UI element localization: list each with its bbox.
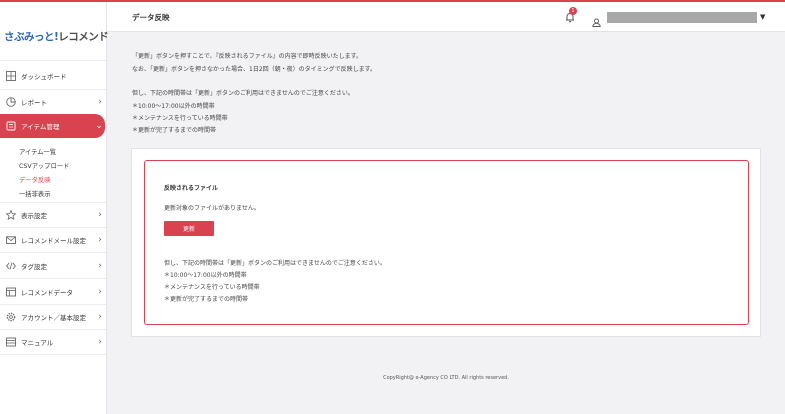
sidebar-item-dashboard[interactable]: ダッシュボード <box>0 64 106 88</box>
sub-item-item-list[interactable]: アイテム一覧 <box>19 147 56 156</box>
sidebar-item-manual[interactable]: マニュアル › <box>0 330 106 354</box>
logo-part-1: さぶみっと! <box>4 31 59 43</box>
panel-bullet-1: ＊10:00～17:00以外の時間帯 <box>164 272 247 279</box>
panel-bullet-3: ＊更新が完了するまでの時間帯 <box>164 296 249 303</box>
sidebar-item-label: ダッシュボード <box>21 73 67 81</box>
caret-down-icon[interactable]: ▼ <box>760 13 765 21</box>
intro-bullet-2: ＊メンテナンスを行っている時間帯 <box>132 115 228 122</box>
intro-line-3: 但し、下記の時間帯は「更新」ボタンのご利用はできませんのでご注意ください。 <box>132 90 354 97</box>
update-button[interactable]: 更新 <box>164 221 214 236</box>
gear-icon <box>6 312 16 322</box>
intro-line-2: なお、「更新」ボタンを押さなかった場合、1日2回（朝・夜）のタイミングで反映しま… <box>132 66 377 73</box>
intro-bullet-3: ＊更新が完了するまでの時間帯 <box>132 127 217 134</box>
user-account-name-redacted[interactable] <box>607 12 757 23</box>
sidebar-item-tag-settings[interactable]: タグ設定 › <box>0 254 106 278</box>
intro-bullet-1: ＊10:00～17:00以外の時間帯 <box>132 103 215 110</box>
sub-item-csv-upload[interactable]: CSVアップロード <box>19 161 69 170</box>
sidebar-item-item-management[interactable]: アイテム管理 ⌄ <box>0 114 105 138</box>
pie-chart-icon <box>6 97 16 107</box>
sub-item-data-reflect[interactable]: データ反映 <box>19 175 50 184</box>
nav-divider <box>0 278 106 279</box>
book-icon <box>6 337 16 347</box>
sidebar-item-label: マニュアル <box>21 339 54 347</box>
nav-divider <box>0 60 106 61</box>
dashboard-icon <box>6 71 16 81</box>
chevron-right-icon: › <box>98 337 102 347</box>
chevron-right-icon: › <box>98 261 102 271</box>
sidebar-item-account-settings[interactable]: アカウント／基本設定 › <box>0 305 106 329</box>
panel-note: 但し、下記の時間帯は「更新」ボタンのご利用はできませんのでご注意ください。 <box>164 260 386 267</box>
empty-message: 更新対象のファイルがありません。 <box>164 205 260 212</box>
brand-logo[interactable]: さぶみっと!レコメンド <box>4 29 109 44</box>
mail-icon <box>6 235 16 245</box>
chevron-right-icon: › <box>98 235 102 245</box>
data-icon <box>6 287 16 297</box>
sidebar-item-label: レポート <box>21 99 47 107</box>
reflect-file-box: 反映されるファイル 更新対象のファイルがありません。 更新 但し、下記の時間帯は… <box>144 160 749 325</box>
chevron-right-icon: › <box>98 97 102 107</box>
sidebar-item-recommend-mail[interactable]: レコメンドメール設定 › <box>0 228 106 252</box>
code-icon <box>6 261 16 271</box>
sub-item-bulk-hide[interactable]: 一括非表示 <box>19 189 50 198</box>
top-header: データ反映 1 ▼ <box>107 2 785 32</box>
sidebar-item-report[interactable]: レポート › <box>0 90 106 114</box>
footer-copyright: CopyRight@ e-Agency CO LTD. All rights r… <box>383 375 509 381</box>
sidebar-item-label: 表示設定 <box>21 212 47 220</box>
page-title: データ反映 <box>132 13 170 22</box>
chevron-down-icon: ⌄ <box>95 121 103 131</box>
panel-title: 反映されるファイル <box>164 185 219 192</box>
star-icon <box>6 210 16 220</box>
user-icon <box>592 12 601 27</box>
sidebar-item-display-settings[interactable]: 表示設定 › <box>0 203 106 227</box>
nav-divider <box>0 354 106 355</box>
sidebar-item-label: タグ設定 <box>21 263 47 271</box>
intro-line-1: 「更新」ボタンを押すことで、『反映されるファイル』の内容で即時反映いたします。 <box>132 53 362 60</box>
sidebar-item-label: アイテム管理 <box>21 123 60 131</box>
sidebar-item-label: アカウント／基本設定 <box>21 314 86 322</box>
nav-divider <box>0 252 106 253</box>
item-icon <box>6 121 16 131</box>
panel-bullet-2: ＊メンテナンスを行っている時間帯 <box>164 284 260 291</box>
sidebar-item-label: レコメンドメール設定 <box>21 237 86 245</box>
logo-part-2: レコメンド <box>58 31 109 43</box>
chevron-right-icon: › <box>98 287 102 297</box>
reflect-panel: 反映されるファイル 更新対象のファイルがありません。 更新 但し、下記の時間帯は… <box>131 148 761 337</box>
sidebar-item-recommend-data[interactable]: レコメンドデータ › <box>0 280 106 304</box>
sidebar: さぶみっと!レコメンド ダッシュボード レポート › アイテム管理 ⌄ アイテム… <box>0 2 109 414</box>
chevron-right-icon: › <box>98 312 102 322</box>
chevron-right-icon: › <box>98 210 102 220</box>
sidebar-item-label: レコメンドデータ <box>21 289 73 297</box>
notification-badge: 1 <box>569 7 577 15</box>
